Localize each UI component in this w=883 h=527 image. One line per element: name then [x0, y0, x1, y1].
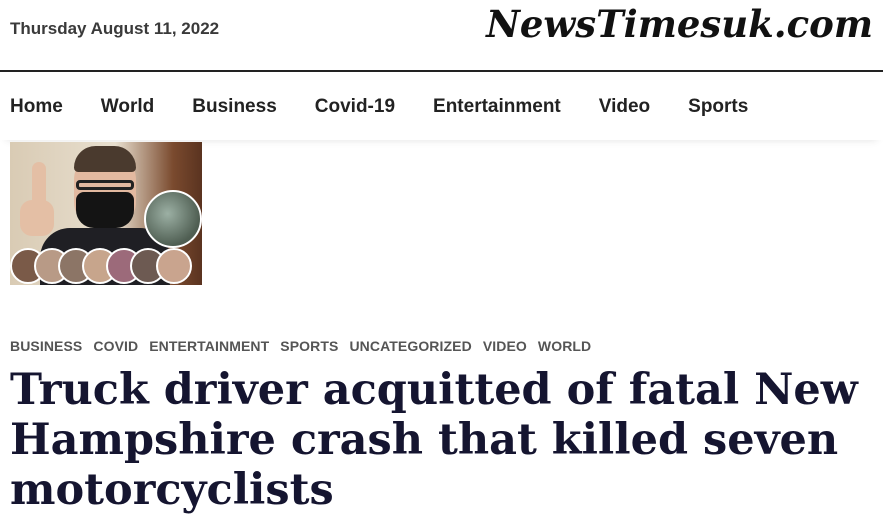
nav-item-sports[interactable]: Sports [688, 96, 748, 118]
site-header: Thursday August 11, 2022 NewsTimesuk.com [0, 0, 883, 72]
nav-item-business[interactable]: Business [192, 96, 276, 118]
current-date: Thursday August 11, 2022 [10, 19, 220, 38]
main-nav: Home World Business Covid-19 Entertainme… [0, 74, 883, 140]
nav-item-covid-19[interactable]: Covid-19 [315, 96, 395, 118]
article-headline: Truck driver acquitted of fatal New Hamp… [10, 365, 858, 515]
thumbnail-glasses [76, 180, 134, 190]
victim-photo [156, 248, 192, 284]
category-covid[interactable]: COVID [93, 338, 138, 354]
nav-item-world[interactable]: World [101, 96, 154, 118]
category-business[interactable]: BUSINESS [10, 338, 82, 354]
nav-item-home[interactable]: Home [10, 96, 63, 118]
thumbnail-hair [74, 146, 136, 172]
category-entertainment[interactable]: ENTERTAINMENT [149, 338, 269, 354]
nav-item-entertainment[interactable]: Entertainment [433, 96, 561, 118]
category-sports[interactable]: SPORTS [280, 338, 338, 354]
category-uncategorized[interactable]: UNCATEGORIZED [349, 338, 471, 354]
category-video[interactable]: VIDEO [483, 338, 527, 354]
nav-item-video[interactable]: Video [599, 96, 650, 118]
article-thumbnail[interactable] [10, 142, 202, 285]
victim-photos-row [10, 248, 202, 285]
category-world[interactable]: WORLD [538, 338, 591, 354]
thumbnail-crash-scene [144, 190, 202, 248]
thumbnail-finger [32, 162, 46, 224]
article-categories: BUSINESS COVID ENTERTAINMENT SPORTS UNCA… [10, 338, 602, 354]
thumbnail-mask [76, 192, 134, 228]
site-logo[interactable]: NewsTimesuk.com [486, 2, 873, 46]
